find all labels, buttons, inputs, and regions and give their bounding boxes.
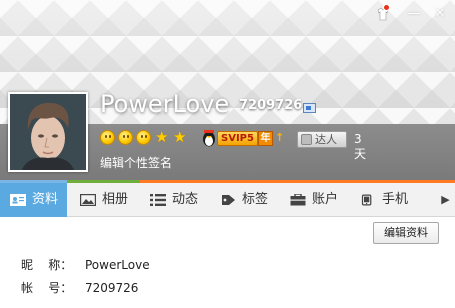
info-value: PowerLove [85,258,150,272]
qq-number: 7209726 [239,98,303,113]
tab-scroll-right-icon[interactable]: ▶ [436,183,455,217]
tab-account[interactable]: 账户 [280,183,350,217]
daren-label: 达人 [315,133,337,146]
close-button[interactable]: ✕ [432,6,448,22]
info-label: 昵 称： [21,258,73,272]
edit-profile-button[interactable]: 编辑资料 [373,222,439,244]
info-value: 7209726 [85,281,139,295]
level-sun-icon [118,130,133,145]
tab-tags[interactable]: 标签 [210,183,280,217]
level-star-icon: ★ [173,128,187,146]
photo-album-icon [80,194,96,206]
daren-days: 3天 [354,132,367,161]
tab-label: 资料 [32,192,59,207]
tab-album[interactable]: 相册 [70,183,140,217]
tab-label: 手机 [382,192,409,207]
level-star-icon: ★ [155,128,169,146]
year-badge: 年 [258,131,273,146]
feed-list-icon [150,194,166,206]
minimize-button[interactable]: — [406,6,422,22]
tab-profile[interactable]: 资料 [0,183,67,217]
tab-label: 动态 [172,192,199,207]
svip-label: SVIP5 [217,131,258,146]
level-sun-icon [136,130,151,145]
signature-edit[interactable]: 编辑个性签名 [100,156,172,171]
profile-header: — ✕ PowerLove 7209726 ★ ★ SVIP5 年 ↑ 达人 3… [0,0,455,180]
upgrade-arrow-icon: ↑ [275,131,285,144]
skin-shirt-icon[interactable] [375,4,391,22]
profile-card-icon [10,194,26,206]
phone-icon [361,194,372,206]
hand-icon [301,134,312,145]
info-row-account: 帐 号： 7209726 [0,280,455,302]
daren-icon: 达人 [297,131,347,148]
nickname: PowerLove [100,90,230,118]
tab-feed[interactable]: 动态 [140,183,210,217]
tab-phone[interactable]: 手机 [350,183,430,217]
level-sun-icon [100,130,115,145]
profile-content: 编辑资料 昵 称： PowerLove 帐 号： 7209726 [0,217,455,308]
tab-bar: 资料 相册 动态 标签 账户 手机 ▶ [0,180,455,217]
tab-label: 标签 [242,192,269,207]
info-label: 帐 号： [21,281,73,295]
profile-window: — ✕ PowerLove 7209726 ★ ★ SVIP5 年 ↑ 达人 3… [0,0,455,308]
tag-icon [222,195,235,205]
tab-label: 账户 [312,192,339,207]
wallet-icon [290,194,306,206]
notification-dot [383,4,390,11]
tab-label: 相册 [102,192,129,207]
info-row-nickname: 昵 称： PowerLove [0,257,455,279]
penguin-icon [203,130,215,147]
avatar[interactable] [8,92,88,172]
id-card-icon[interactable] [303,103,316,113]
